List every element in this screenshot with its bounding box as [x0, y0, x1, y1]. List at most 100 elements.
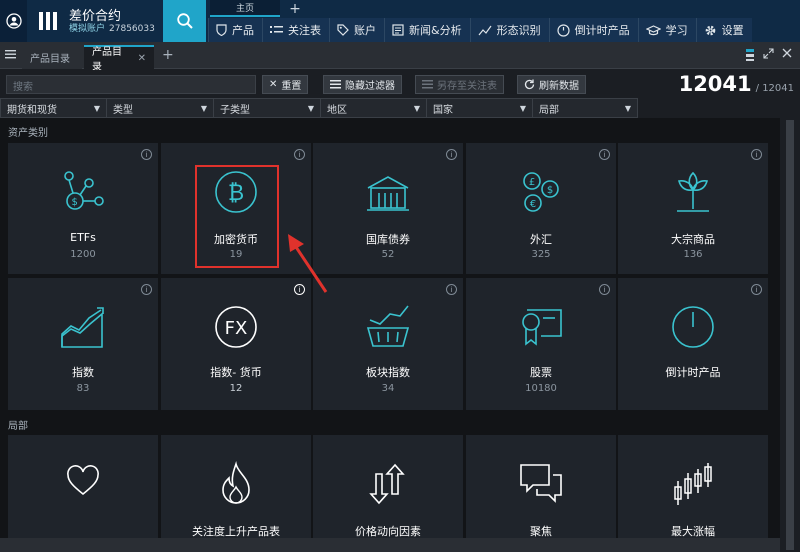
tab-home[interactable]: 主页 — [210, 0, 280, 17]
layout-icon[interactable] — [745, 48, 755, 62]
info-icon[interactable]: i — [446, 149, 457, 160]
shield-icon — [216, 24, 227, 36]
dropdown-arrow-icon: ▼ — [519, 103, 526, 113]
filter-futures-spot[interactable]: 期货和现货 ▼ — [0, 98, 107, 118]
tab-product-catalog-1[interactable]: 产品目录 — [22, 45, 82, 69]
filter-country[interactable]: 国家 ▼ — [427, 98, 533, 118]
tile-countdown-products[interactable]: i 倒计时产品 — [618, 278, 768, 410]
search-button[interactable] — [163, 0, 206, 42]
tile-count: 10180 — [525, 383, 557, 394]
tile-rising-interest[interactable]: 关注度上升产品表 — [161, 435, 311, 552]
tile-sector-indices[interactable]: i 板块指数 34 — [313, 278, 463, 410]
tile-top-gainers[interactable]: 最大涨幅 — [618, 435, 768, 552]
save-list-icon — [422, 80, 433, 89]
candlestick-icon — [674, 463, 712, 505]
add-workspace-button[interactable]: + — [284, 0, 306, 17]
toolbar: 搜索 ✕ 重置 隐藏过滤器 另存至关注表 刷新数据 12041/ 12041 — [0, 70, 800, 98]
building-icon — [367, 176, 409, 211]
nav-label: 倒计时产品 — [574, 24, 630, 37]
info-icon[interactable]: i — [446, 284, 457, 295]
svg-text:$: $ — [547, 185, 553, 196]
nav-label: 设置 — [721, 24, 744, 37]
tile-price-movement[interactable]: 价格动向因素 — [313, 435, 463, 552]
heart-icon — [67, 465, 99, 496]
refresh-data-button[interactable]: 刷新数据 — [517, 75, 586, 94]
info-icon[interactable]: i — [599, 284, 610, 295]
top-bar: 差价合约 模拟账户 27856033 主页 + 产品 关注表 账户 新闻&分析 形… — [0, 0, 800, 42]
logo-icon — [39, 12, 57, 30]
tile-count: 34 — [381, 383, 395, 394]
tab-label: 产品目录 — [92, 47, 122, 73]
etf-network-icon: $ — [64, 171, 104, 210]
tile-label: 最大涨幅 — [671, 525, 715, 538]
filter-bar: 期货和现货 ▼ 类型 ▼ 子类型 ▼ 地区 ▼ 国家 ▼ 局部 ▼ — [0, 98, 800, 118]
tab-product-catalog-2[interactable]: 产品目录 ✕ — [84, 45, 154, 73]
account-button[interactable] — [0, 0, 27, 42]
nav-news[interactable]: 新闻&分析 — [384, 18, 470, 42]
svg-text:€: € — [530, 199, 536, 210]
nav-products[interactable]: 产品 — [208, 18, 262, 42]
tile-commodities[interactable]: i 大宗商品 136 — [618, 143, 768, 274]
maximize-icon[interactable] — [763, 48, 774, 59]
nav-patterns[interactable]: 形态识别 — [469, 18, 549, 42]
tile-stocks[interactable]: i 股票 10180 — [466, 278, 616, 410]
refresh-label: 刷新数据 — [539, 81, 579, 92]
svg-text:£: £ — [529, 177, 535, 188]
nav-settings[interactable]: 设置 — [695, 18, 752, 42]
info-icon[interactable]: i — [751, 149, 762, 160]
hamburger-menu-icon[interactable] — [5, 49, 16, 59]
filter-label: 地区 — [327, 104, 347, 116]
close-icon[interactable] — [782, 48, 792, 58]
tile-label: 倒计时产品 — [665, 366, 721, 379]
x-icon: ✕ — [269, 79, 278, 90]
vertical-scrollbar[interactable] — [780, 118, 800, 552]
flame-icon — [222, 461, 250, 504]
svg-text:FX: FX — [225, 318, 248, 339]
info-icon[interactable]: i — [751, 284, 762, 295]
save-watchlist-label: 另存至关注表 — [437, 81, 497, 92]
info-icon[interactable]: i — [599, 149, 610, 160]
tile-label: 板块指数 — [366, 366, 410, 379]
info-icon[interactable]: i — [294, 149, 305, 160]
reset-button[interactable]: ✕ 重置 — [262, 75, 309, 94]
nav-watchlist[interactable]: 关注表 — [262, 18, 329, 42]
clock-icon — [556, 23, 570, 37]
hide-filters-label: 隐藏过滤器 — [345, 81, 395, 92]
tile-label: 价格动向因素 — [355, 525, 421, 538]
nav-countdown[interactable]: 倒计时产品 — [548, 18, 638, 42]
account-info: 模拟账户 27856033 — [69, 21, 155, 34]
filter-type[interactable]: 类型 ▼ — [107, 98, 214, 118]
tile-label: 外汇 — [530, 233, 552, 246]
hide-filters-button[interactable]: 隐藏过滤器 — [323, 75, 402, 94]
filter-subtype[interactable]: 子类型 ▼ — [214, 98, 321, 118]
close-tab-icon[interactable]: ✕ — [138, 53, 146, 64]
search-input[interactable]: 搜索 — [6, 75, 256, 94]
tile-label: 聚焦 — [530, 525, 552, 538]
timer-icon — [672, 306, 714, 348]
refresh-icon — [524, 79, 535, 90]
dropdown-arrow-icon: ▼ — [307, 103, 314, 113]
save-to-watchlist-button[interactable]: 另存至关注表 — [415, 75, 504, 94]
dropdown-arrow-icon: ▼ — [624, 103, 631, 113]
info-icon[interactable]: i — [141, 149, 152, 160]
tile-etfs[interactable]: i $ ETFs 1200 — [8, 143, 158, 274]
filter-local[interactable]: 局部 ▼ — [533, 98, 638, 118]
gear-icon — [705, 25, 715, 35]
tile-indices[interactable]: i 指数 83 — [8, 278, 158, 410]
news-icon — [392, 24, 404, 36]
tile-forex[interactable]: i £ $ € 外汇 325 — [466, 143, 616, 274]
filter-region[interactable]: 地区 ▼ — [321, 98, 427, 118]
tile-spotlight[interactable]: 聚焦 — [466, 435, 616, 552]
horizontal-scrollbar[interactable] — [0, 538, 780, 552]
nav-account[interactable]: 账户 — [329, 18, 384, 42]
add-tab-button[interactable]: + — [162, 47, 174, 63]
tile-count: 1200 — [70, 249, 96, 260]
scrollbar-thumb[interactable] — [786, 120, 794, 550]
tile-label: ETFs — [70, 231, 96, 244]
tile-index-currency[interactable]: i FX 指数- 货币 12 — [161, 278, 311, 410]
tab-strip: 产品目录 产品目录 ✕ + — [0, 42, 800, 73]
info-icon[interactable]: i — [141, 284, 152, 295]
nav-learn[interactable]: 学习 — [637, 18, 696, 42]
window-controls — [745, 48, 792, 62]
tile-favorites[interactable] — [8, 435, 158, 552]
